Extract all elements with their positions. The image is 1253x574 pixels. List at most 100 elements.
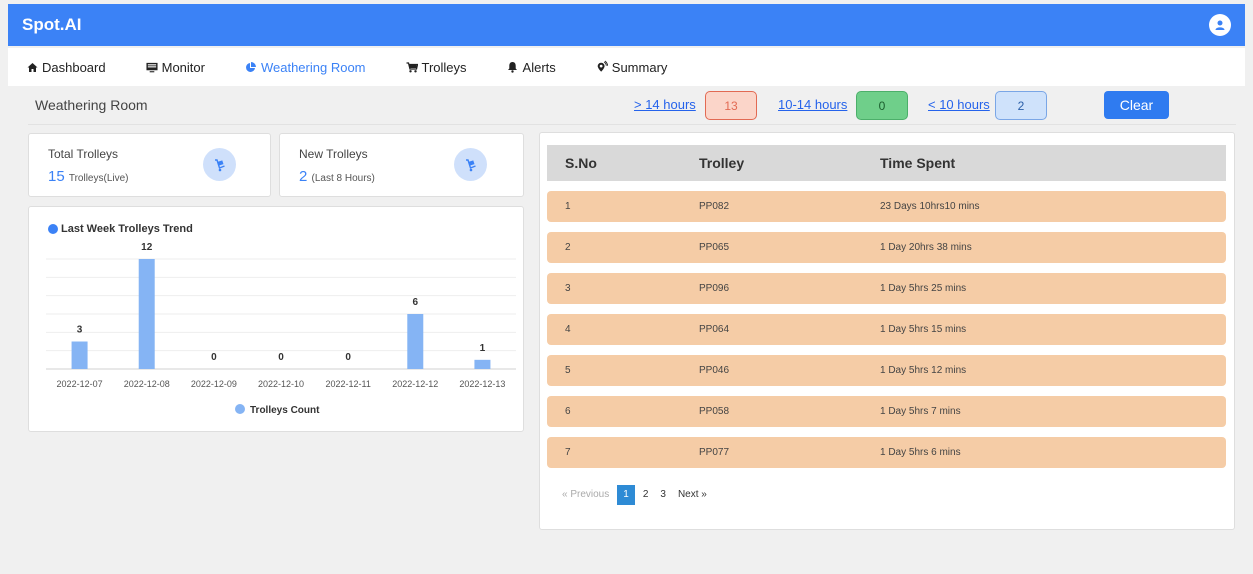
table-row[interactable]: 3 PP096 1 Day 5hrs 25 mins — [547, 273, 1226, 304]
nav-label: Monitor — [161, 59, 205, 75]
chart-bar[interactable] — [407, 314, 424, 369]
cell-trolley: PP058 — [699, 406, 730, 417]
data-label: 0 — [345, 352, 351, 363]
cell-time-spent: 1 Day 5hrs 6 mins — [880, 447, 961, 458]
chart-bar[interactable] — [71, 341, 88, 370]
data-label: 1 — [480, 343, 486, 354]
cell-trolley: PP064 — [699, 324, 730, 335]
cell-time-spent: 23 Days 10hrs10 mins — [880, 201, 980, 212]
new-trolleys-card: New Trolleys 2 (Last 8 Hours) — [279, 133, 524, 197]
filter-under-10-hours-link[interactable]: < 10 hours — [928, 97, 990, 112]
page-3-button[interactable]: 3 — [654, 485, 672, 505]
data-label: 3 — [77, 325, 83, 336]
table-row[interactable]: 6 PP058 1 Day 5hrs 7 mins — [547, 396, 1226, 427]
x-tick-label: 2022-12-11 — [325, 379, 370, 389]
cell-trolley: PP096 — [699, 283, 730, 294]
trolley-icon — [454, 148, 487, 181]
filter-10-14-hours-link[interactable]: 10-14 hours — [778, 97, 847, 112]
table-row[interactable]: 7 PP077 1 Day 5hrs 6 mins — [547, 437, 1226, 468]
cell-time-spent: 1 Day 5hrs 15 mins — [880, 324, 967, 335]
filter-over-14-hours-link[interactable]: > 14 hours — [634, 97, 696, 112]
cell-time-spent: 1 Day 20hrs 38 mins — [880, 242, 972, 253]
trolley-icon — [203, 148, 236, 181]
cell-sno: 2 — [565, 242, 571, 253]
x-tick-label: 2022-12-07 — [57, 379, 103, 389]
cell-trolley: PP046 — [699, 365, 730, 376]
nav-item-trolleys[interactable]: Trolleys — [406, 60, 467, 75]
stat-title: Total Trolleys — [48, 147, 119, 161]
cell-sno: 1 — [565, 201, 571, 212]
total-trolleys-value: 15 — [48, 168, 65, 185]
nav-item-alerts[interactable]: Alerts — [507, 60, 556, 75]
data-label: 6 — [413, 297, 419, 308]
nav-item-summary[interactable]: Summary — [596, 59, 668, 75]
filter-over-14-hours-count[interactable]: 13 — [705, 91, 757, 120]
nav-label: Alerts — [522, 59, 556, 75]
x-tick-label: 2022-12-08 — [124, 379, 170, 389]
legend-label[interactable]: Trolleys Count — [250, 405, 320, 416]
cell-sno: 3 — [565, 283, 571, 294]
data-label: 0 — [211, 352, 217, 363]
trend-chart-card: Last Week Trolleys Trend 3 2022-12-07 12 20… — [28, 206, 524, 432]
cell-sno: 6 — [565, 406, 571, 417]
new-trolleys-value: 2 — [299, 168, 308, 185]
nav-label: Dashboard — [42, 59, 106, 75]
location-icon — [596, 60, 608, 73]
x-tick-label: 2022-12-13 — [459, 379, 505, 389]
header-time-spent: Time Spent — [880, 155, 956, 171]
pie-chart-icon — [245, 61, 257, 73]
header-sno: S.No — [565, 155, 597, 171]
filter-under-10-hours-count[interactable]: 2 — [995, 91, 1047, 120]
table-row[interactable]: 1 PP082 23 Days 10hrs10 mins — [547, 191, 1226, 222]
cell-trolley: PP077 — [699, 447, 730, 458]
stat-value: 15 Trolleys(Live) — [48, 168, 129, 185]
stat-title: New Trolleys — [299, 147, 368, 161]
page-title: Weathering Room — [35, 97, 148, 113]
nav-label: Trolleys — [421, 59, 467, 75]
x-tick-label: 2022-12-09 — [191, 379, 237, 389]
home-icon — [26, 61, 38, 73]
bell-icon — [507, 61, 519, 73]
bar-chart: 3 2022-12-07 12 2022-12-08 0 2022-12-09 0 2022-… — [46, 242, 516, 416]
monitor-icon — [146, 61, 158, 73]
nav-item-weathering-room[interactable]: Weathering Room — [245, 60, 366, 75]
header-trolley: Trolley — [699, 155, 745, 171]
user-avatar-icon[interactable] — [1209, 14, 1231, 36]
nav-label: Summary — [611, 59, 668, 75]
cell-sno: 5 — [565, 365, 571, 376]
stat-value: 2 (Last 8 Hours) — [299, 168, 375, 185]
data-label: 0 — [278, 352, 284, 363]
clear-button[interactable]: Clear — [1104, 91, 1169, 119]
x-tick-label: 2022-12-12 — [392, 379, 438, 389]
main-nav: Dashboard Monitor Weathering Room Trolle… — [8, 48, 1245, 86]
filter-10-14-hours-count[interactable]: 0 — [856, 91, 908, 120]
total-trolleys-card: Total Trolleys 15 Trolleys(Live) — [28, 133, 271, 197]
trolley-icon — [406, 61, 418, 73]
cell-sno: 7 — [565, 447, 571, 458]
chart-bar[interactable] — [138, 259, 155, 369]
table-header: S.No Trolley Time Spent — [547, 145, 1226, 181]
page-1-button[interactable]: 1 — [617, 485, 635, 505]
nav-item-monitor[interactable]: Monitor — [146, 60, 205, 75]
nav-label: Weathering Room — [260, 59, 366, 75]
x-tick-label: 2022-12-10 — [258, 379, 304, 389]
cell-time-spent: 1 Day 5hrs 12 mins — [880, 365, 967, 376]
previous-page-button[interactable]: « Previous — [556, 485, 615, 505]
cell-sno: 4 — [565, 324, 571, 335]
total-trolleys-unit: Trolleys(Live) — [68, 173, 129, 184]
next-page-button[interactable]: Next » — [672, 485, 713, 505]
brand-logo[interactable]: Spot.AI — [22, 15, 82, 35]
page-2-button[interactable]: 2 — [637, 485, 655, 505]
cell-trolley: PP065 — [699, 242, 730, 253]
new-trolleys-unit: (Last 8 Hours) — [311, 173, 375, 184]
pagination: « Previous 1 2 3 Next » — [556, 485, 713, 505]
chart-bar[interactable] — [474, 359, 491, 369]
cell-time-spent: 1 Day 5hrs 25 mins — [880, 283, 967, 294]
table-row[interactable]: 4 PP064 1 Day 5hrs 15 mins — [547, 314, 1226, 345]
table-row[interactable]: 2 PP065 1 Day 20hrs 38 mins — [547, 232, 1226, 263]
table-row[interactable]: 5 PP046 1 Day 5hrs 12 mins — [547, 355, 1226, 386]
top-bar: Spot.AI — [8, 4, 1245, 46]
divider — [28, 124, 1236, 125]
data-label: 12 — [141, 242, 153, 253]
nav-item-dashboard[interactable]: Dashboard — [26, 60, 106, 75]
